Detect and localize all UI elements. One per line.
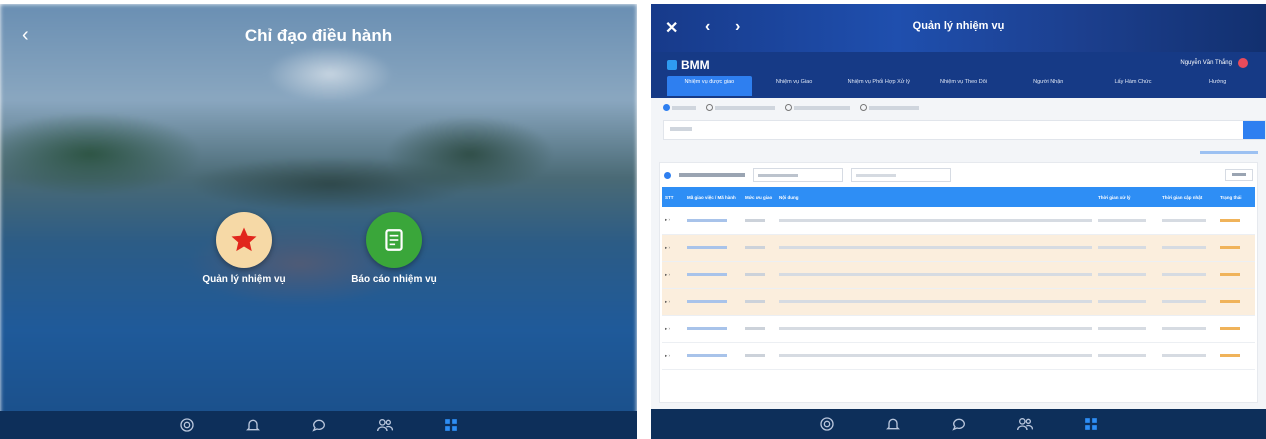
filter-options bbox=[663, 104, 919, 111]
bell-icon[interactable] bbox=[244, 416, 262, 434]
users-icon[interactable] bbox=[376, 416, 394, 434]
report-icon bbox=[366, 212, 422, 268]
col-code: Mã giao việc / Mã hành bbox=[687, 194, 736, 200]
table-row[interactable]: ▸ › bbox=[662, 234, 1255, 261]
toolbar-label bbox=[679, 173, 745, 177]
tab-coordinate[interactable]: Nhiệm vụ Phối Hợp Xử lý bbox=[836, 76, 921, 96]
home-icon[interactable] bbox=[818, 415, 836, 433]
filter-all[interactable] bbox=[663, 104, 696, 111]
users-icon[interactable] bbox=[1016, 415, 1034, 433]
app-task-management[interactable]: Quản lý nhiệm vụ bbox=[184, 212, 304, 285]
chat-icon[interactable] bbox=[310, 416, 328, 434]
app-label: Quản lý nhiệm vụ bbox=[202, 274, 286, 285]
app-header: BMM Nguyễn Văn Thắng Nhiệm vụ được giao … bbox=[651, 52, 1266, 98]
tab-bar: Nhiệm vụ được giao Nhiệm vụ Giao Nhiệm v… bbox=[667, 76, 1260, 96]
brand-name: BMM bbox=[681, 58, 710, 72]
search-label bbox=[664, 127, 698, 133]
tab-direction[interactable]: Hướng bbox=[1175, 76, 1260, 96]
user-menu[interactable]: Nguyễn Văn Thắng bbox=[1180, 58, 1248, 68]
tab-receiver[interactable]: Người Nhận bbox=[1006, 76, 1091, 96]
bell-icon[interactable] bbox=[884, 415, 902, 433]
tab-given[interactable]: Nhiệm vụ Giao bbox=[752, 76, 837, 96]
col-stt: STT bbox=[665, 194, 674, 200]
task-table-card: STT Mã giao việc / Mã hành Mức ưu giao N… bbox=[659, 162, 1258, 403]
filter-option[interactable] bbox=[706, 104, 775, 111]
search-button[interactable] bbox=[1243, 121, 1265, 139]
table-row[interactable]: ▸ › bbox=[662, 342, 1255, 369]
search-bar bbox=[663, 120, 1266, 140]
tab-assigned[interactable]: Nhiệm vụ được giao bbox=[667, 76, 752, 96]
filter-option[interactable] bbox=[860, 104, 919, 111]
brand-logo: BMM bbox=[667, 58, 710, 72]
task-table: STT Mã giao việc / Mã hành Mức ưu giao N… bbox=[662, 187, 1255, 370]
user-name: Nguyễn Văn Thắng bbox=[1180, 60, 1232, 66]
home-icon[interactable] bbox=[178, 416, 196, 434]
col-content: Nội dung bbox=[779, 194, 799, 200]
blurred-background bbox=[0, 4, 637, 439]
table-toolbar bbox=[664, 167, 1253, 183]
table-row[interactable]: ▸ › bbox=[662, 261, 1255, 288]
status-select[interactable] bbox=[753, 168, 843, 182]
home-screen: ‹ Chỉ đạo điều hành Quản lý nhiệm vụ Báo… bbox=[0, 4, 637, 439]
search-field[interactable] bbox=[851, 168, 951, 182]
bottom-nav bbox=[0, 411, 637, 439]
col-priority: Mức ưu giao bbox=[745, 194, 773, 200]
col-deadline: Thời gian xử lý bbox=[1098, 194, 1131, 200]
top-bar: ✕ ‹ › Quản lý nhiệm vụ bbox=[651, 4, 1266, 52]
app-label: Báo cáo nhiệm vụ bbox=[351, 274, 437, 285]
table-row[interactable]: ▸ › bbox=[662, 288, 1255, 315]
apps-icon[interactable] bbox=[1082, 415, 1100, 433]
tab-follow[interactable]: Nhiệm vụ Theo Dõi bbox=[921, 76, 1006, 96]
col-updated: Thời gian cập nhật bbox=[1162, 194, 1203, 200]
logo-icon bbox=[667, 60, 677, 70]
advanced-search-link[interactable] bbox=[1200, 150, 1258, 156]
task-management-screen: ✕ ‹ › Quản lý nhiệm vụ BMM Nguyễn Văn Th… bbox=[651, 4, 1266, 439]
apps-icon[interactable] bbox=[442, 416, 460, 434]
filter-option[interactable] bbox=[785, 104, 850, 111]
app-task-report[interactable]: Báo cáo nhiệm vụ bbox=[334, 212, 454, 285]
tab-function[interactable]: Lấy Hàm Chức bbox=[1091, 76, 1176, 96]
page-title: Chỉ đạo điều hành bbox=[244, 26, 393, 45]
avatar bbox=[1238, 58, 1248, 68]
star-icon bbox=[216, 212, 272, 268]
col-status: Trạng thái bbox=[1220, 194, 1242, 200]
table-header: STT Mã giao việc / Mã hành Mức ưu giao N… bbox=[662, 187, 1255, 207]
view-radio[interactable] bbox=[664, 171, 671, 179]
search-input[interactable] bbox=[698, 122, 1243, 138]
bottom-nav bbox=[651, 409, 1266, 439]
print-button[interactable] bbox=[1225, 169, 1253, 181]
table-row[interactable]: ▸ › bbox=[662, 207, 1255, 234]
chat-icon[interactable] bbox=[950, 415, 968, 433]
table-row[interactable]: ▸ › bbox=[662, 315, 1255, 342]
page-title: Quản lý nhiệm vụ bbox=[912, 20, 1005, 32]
